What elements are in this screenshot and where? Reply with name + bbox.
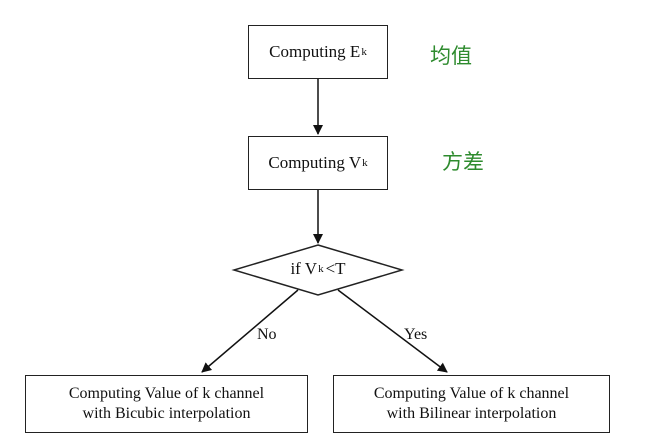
arrow-no-branch — [201, 289, 299, 373]
bilinear-line1: Computing Value of k channel — [373, 385, 570, 402]
no-branch-label: No — [257, 326, 277, 343]
mean-annotation: 均值 — [430, 44, 472, 68]
arrow-yes-branch — [337, 289, 448, 373]
variance-annotation: 方差 — [442, 150, 484, 174]
computing-vk-subscript: k — [362, 157, 368, 169]
computing-ek-label: Computing E — [269, 42, 361, 61]
bicubic-box: Computing Value of k channel with Bicubi… — [25, 375, 308, 433]
decision-subscript: k — [318, 263, 324, 275]
computing-ek-box: Computing Ek — [248, 25, 388, 79]
bicubic-line1: Computing Value of k channel — [68, 385, 265, 402]
yes-branch-label: Yes — [404, 326, 428, 343]
computing-vk-label: Computing V — [268, 153, 362, 172]
computing-vk-box: Computing Vk — [248, 136, 388, 190]
bilinear-line2: with Bilinear interpolation — [386, 405, 557, 422]
decision-prefix: if V — [290, 259, 318, 278]
decision-label: if Vk <T — [235, 258, 401, 280]
bicubic-line2: with Bicubic interpolation — [82, 405, 251, 422]
flowchart: Computing Ek Computing Vk if Vk <T No Yes… — [0, 0, 650, 439]
computing-ek-subscript: k — [361, 46, 367, 58]
decision-suffix: <T — [325, 259, 346, 278]
bilinear-box: Computing Value of k channel with Biline… — [333, 375, 610, 433]
